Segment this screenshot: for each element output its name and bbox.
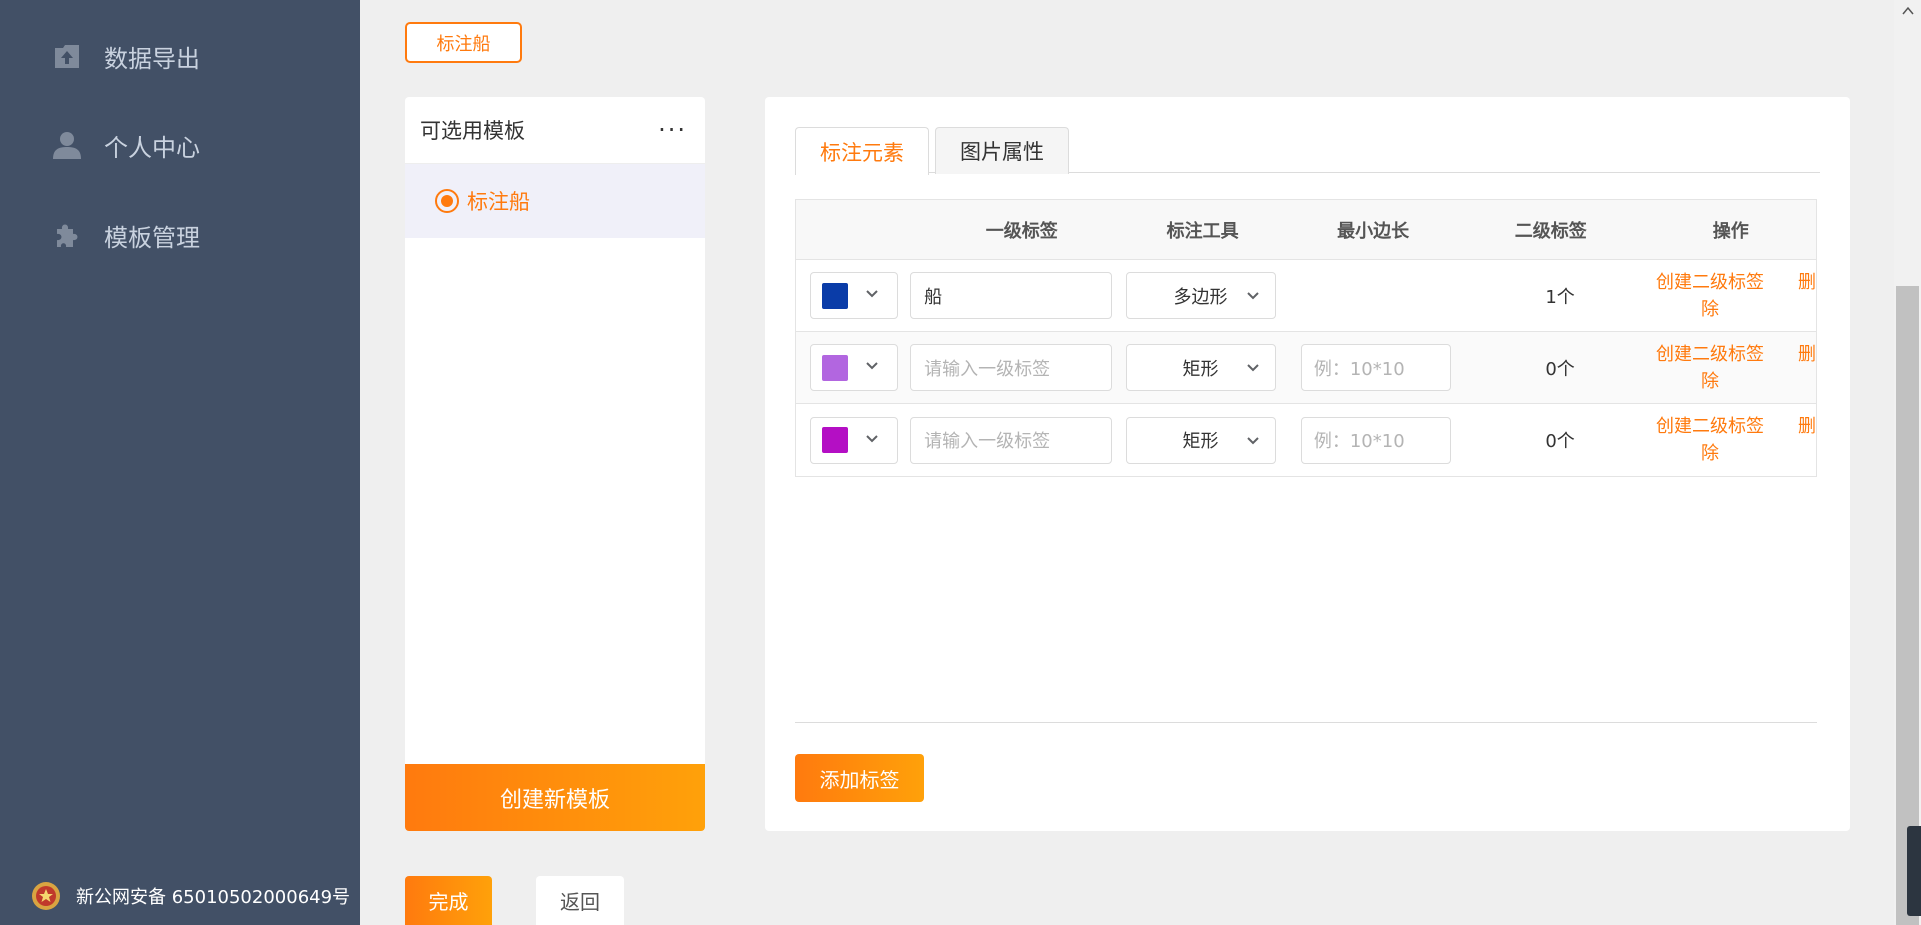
template-list-header: 可选用模板 ··· <box>405 97 705 164</box>
current-template-tag[interactable]: 标注船 <box>405 22 522 63</box>
delete-link[interactable]: 删 <box>1798 269 1816 296</box>
secondary-label-count: 0个 <box>1545 431 1575 452</box>
template-list-panel: 可选用模板 ··· 标注船 创建新模板 <box>405 97 705 831</box>
chevron-down-icon <box>1245 432 1261 453</box>
chevron-down-icon <box>1245 287 1261 308</box>
tool-select-value: 矩形 <box>1182 358 1219 380</box>
create-secondary-label-link[interactable]: 创建二级标签除 <box>1650 341 1770 395</box>
column-header-tool: 标注工具 <box>1166 220 1239 242</box>
template-list-title: 可选用模板 <box>420 119 525 143</box>
sidebar-item-template-management[interactable]: 模板管理 <box>50 215 200 255</box>
done-button[interactable]: 完成 <box>405 876 492 925</box>
puzzle-icon <box>50 218 84 252</box>
tool-select[interactable]: 矩形 <box>1125 416 1276 464</box>
user-icon <box>50 128 84 162</box>
table-header: 一级标签 标注工具 最小边长 二级标签 操作 <box>796 200 1816 260</box>
sidebar-item-data-export[interactable]: 数据导出 <box>50 36 200 76</box>
tool-select-value: 多边形 <box>1173 286 1228 308</box>
color-select[interactable] <box>810 272 898 319</box>
template-item-label: 标注船 <box>467 190 530 214</box>
min-length-input[interactable]: 例：10*10 <box>1300 344 1451 391</box>
column-header-min-length: 最小边长 <box>1337 220 1410 242</box>
create-template-button[interactable]: 创建新模板 <box>405 764 705 831</box>
chevron-down-icon <box>864 285 880 306</box>
police-record[interactable]: 新公网安备 65010502000649号 <box>30 878 350 914</box>
tab-annotation-elements[interactable]: 标注元素 <box>795 127 929 175</box>
side-widget <box>1907 826 1921 916</box>
primary-label-input[interactable]: 请输入一级标签 <box>910 416 1113 464</box>
primary-label-input[interactable]: 船 <box>910 272 1113 319</box>
tool-select-value: 矩形 <box>1182 431 1219 452</box>
editor-tabs: 标注元素 图片属性 <box>795 127 1820 175</box>
chevron-down-icon <box>864 430 880 451</box>
table-row: 请输入一级标签 矩形 例：10*10 0个 创建二级标签除 删 <box>796 404 1816 476</box>
sidebar-item-personal-center[interactable]: 个人中心 <box>50 125 200 165</box>
page-scrollbar[interactable] <box>1894 0 1921 925</box>
scroll-up-icon[interactable] <box>1901 4 1915 18</box>
color-swatch <box>822 354 848 381</box>
radio-selected-icon[interactable] <box>435 189 459 213</box>
chevron-down-icon <box>1245 359 1261 380</box>
back-button[interactable]: 返回 <box>536 876 624 925</box>
secondary-label-count: 1个 <box>1545 286 1575 308</box>
chevron-down-icon <box>864 357 880 378</box>
color-swatch <box>822 427 848 453</box>
color-select[interactable] <box>810 344 898 391</box>
more-icon[interactable]: ··· <box>658 118 687 142</box>
tool-select[interactable]: 多边形 <box>1125 272 1276 319</box>
delete-link[interactable]: 删 <box>1798 341 1816 368</box>
divider <box>795 722 1817 723</box>
tool-select[interactable]: 矩形 <box>1125 344 1276 391</box>
table-row: 请输入一级标签 矩形 例：10*10 0个 创建二级标签除 删 <box>796 332 1816 404</box>
police-record-text: 新公网安备 65010502000649号 <box>76 887 351 908</box>
tab-image-properties[interactable]: 图片属性 <box>935 127 1069 174</box>
min-length-input[interactable]: 例：10*10 <box>1300 416 1451 464</box>
delete-link[interactable]: 删 <box>1798 413 1816 440</box>
upload-icon <box>50 39 84 73</box>
sidebar-item-label: 数据导出 <box>104 44 200 73</box>
create-secondary-label-link[interactable]: 创建二级标签除 <box>1650 413 1770 467</box>
secondary-label-count: 0个 <box>1545 358 1575 380</box>
label-table: 一级标签 标注工具 最小边长 二级标签 操作 船 多边形 1个 创建二级标签 除… <box>795 199 1817 477</box>
template-editor-panel: 标注元素 图片属性 一级标签 标注工具 最小边长 二级标签 操作 船 多边形 1… <box>765 97 1850 831</box>
color-swatch <box>822 282 848 309</box>
sidebar-item-label: 个人中心 <box>104 133 200 162</box>
column-header-actions: 操作 <box>1712 220 1749 242</box>
column-header-primary-label: 一级标签 <box>985 220 1058 242</box>
create-secondary-label-link[interactable]: 创建二级标签除 <box>1650 269 1770 323</box>
template-item[interactable]: 标注船 <box>405 164 705 238</box>
add-label-button[interactable]: 添加标签 <box>795 754 924 802</box>
sidebar-item-label: 模板管理 <box>104 223 200 252</box>
sidebar: 数据导出 个人中心 模板管理 新公网安备 65010502000649号 <box>0 0 360 925</box>
color-select[interactable] <box>810 416 898 464</box>
column-header-secondary-label: 二级标签 <box>1514 220 1587 242</box>
police-badge-icon <box>32 882 60 910</box>
primary-label-input[interactable]: 请输入一级标签 <box>910 344 1113 391</box>
table-row: 船 多边形 1个 创建二级标签除 删 <box>796 260 1816 332</box>
